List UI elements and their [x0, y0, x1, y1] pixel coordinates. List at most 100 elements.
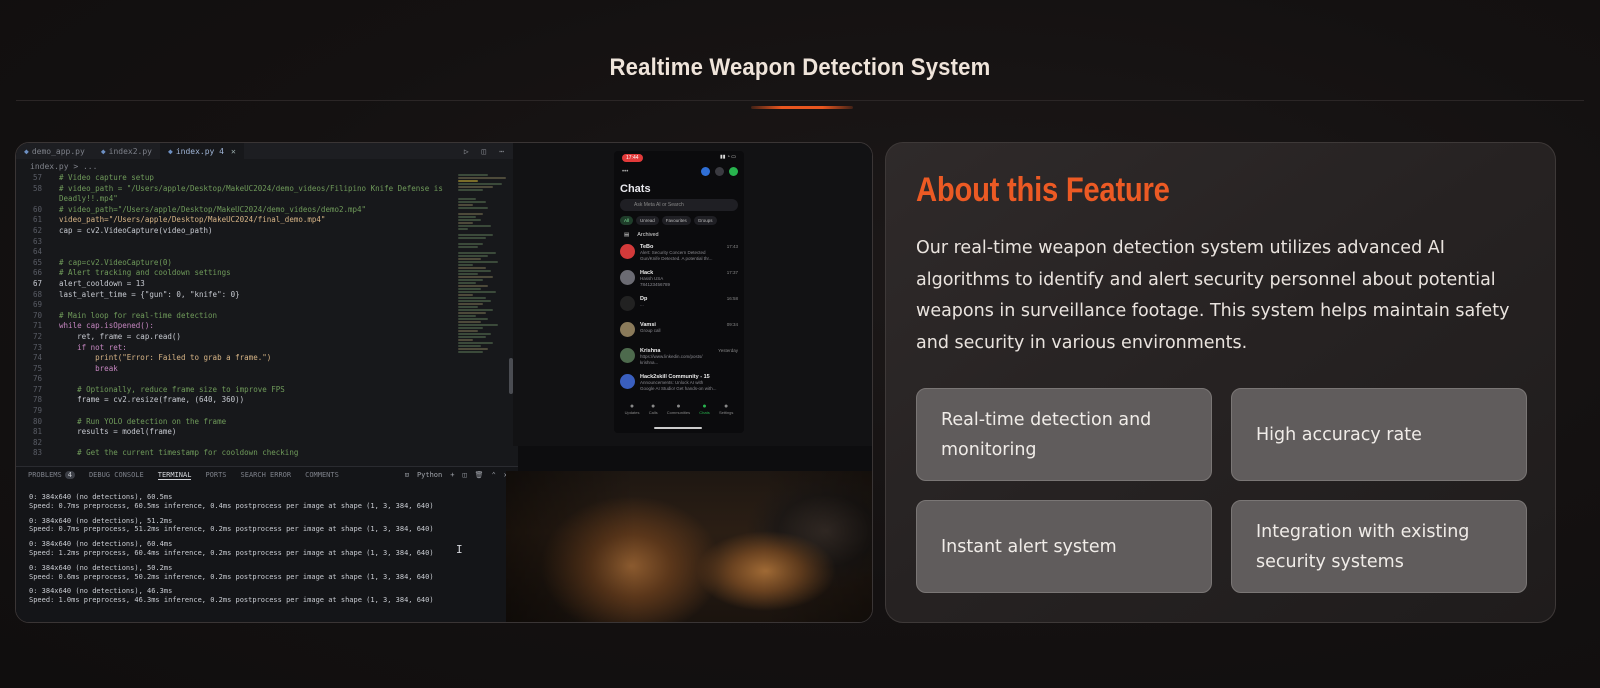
minimap-line	[458, 267, 486, 269]
signal-icons: ▮▮ ◔ ▭	[719, 154, 736, 160]
editor-tab-bar: ◆ demo_app.py ◆ index2.py ◆ index.py 4 ✕ ▷ ◫…	[16, 143, 518, 159]
minimap-line	[458, 207, 488, 209]
feature-instant-alert: Instant alert system	[916, 500, 1212, 593]
avatar	[620, 374, 635, 389]
minimap-line	[458, 237, 486, 239]
panel-tab-problems[interactable]: PROBLEMS 4	[28, 471, 75, 479]
phone-nav-settings: ● Settings	[718, 403, 734, 415]
code-line[interactable]: 61 video_path="/Users/apple/Desktop/Make…	[16, 215, 456, 226]
minimap-line	[458, 198, 476, 200]
code-editor: ◆ demo_app.py ◆ index2.py ◆ index.py 4 ✕ ▷ ◫…	[16, 143, 518, 622]
chat-row: Dp... 16:58	[614, 293, 744, 319]
chevron-up-icon[interactable]: ⌃	[492, 471, 496, 479]
minimap-line	[458, 222, 473, 224]
minimap-line	[458, 300, 491, 302]
code-line[interactable]: 82	[16, 438, 456, 449]
line-number: 75	[32, 363, 42, 373]
code-line[interactable]: 62 cap = cv2.VideoCapture(video_path)	[16, 226, 456, 237]
terminal-icon[interactable]: ⊡	[405, 471, 409, 479]
code-line[interactable]: 78 frame = cv2.resize(frame, (640, 360))	[16, 395, 456, 406]
filter-chip: Unread	[636, 216, 659, 225]
code-line[interactable]: 58 # video_path = "/Users/apple/Desktop/…	[16, 184, 456, 195]
code-line[interactable]: 57 # Video capture setup	[16, 173, 456, 184]
code-line[interactable]: 73 if not ret:	[16, 343, 456, 354]
code-line[interactable]: 83 # Get the current timestamp for coold…	[16, 448, 456, 459]
code-text: print("Error: Failed to grab a frame.")	[50, 353, 272, 363]
phone-header: •••	[614, 163, 744, 183]
chat-preview: ...	[640, 302, 644, 307]
panel-tab-comments[interactable]: COMMENTS	[305, 471, 339, 479]
panel-tab-search-error[interactable]: SEARCH ERROR	[241, 471, 292, 479]
code-line[interactable]: 69	[16, 300, 456, 311]
code-text: while cap.isOpened():	[50, 321, 154, 331]
close-icon[interactable]: ✕	[231, 147, 236, 156]
code-text: # video_path = "/Users/apple/Desktop/Mak…	[50, 183, 443, 193]
split-icon[interactable]: ◫	[462, 471, 466, 479]
panel-tab-ports[interactable]: PORTS	[205, 471, 226, 479]
line-number: 80	[32, 416, 42, 426]
line-number: 67	[32, 278, 42, 288]
line-number: 58	[32, 183, 42, 193]
code-line[interactable]: 80 # Run YOLO detection on the frame	[16, 417, 456, 428]
bottom-panel: PROBLEMS 4 DEBUG CONSOLE TERMINAL PORTS SEARC…	[16, 466, 518, 622]
phone-nav-chats: ● Chats	[699, 403, 710, 415]
add-terminal-icon[interactable]: +	[450, 471, 454, 479]
minimap[interactable]	[458, 173, 508, 473]
code-line[interactable]: 72 ret, frame = cap.read()	[16, 332, 456, 343]
problems-count-badge: 4	[64, 471, 75, 479]
tab-index[interactable]: ◆ index.py 4 ✕	[160, 143, 244, 159]
code-line[interactable]: 67 alert_cooldown = 13	[16, 279, 456, 290]
minimap-line	[458, 261, 498, 263]
terminal-profile[interactable]: Python	[417, 471, 442, 479]
code-line[interactable]: 74 print("Error: Failed to grab a frame.…	[16, 353, 456, 364]
feature-integration: Integration with existing security syste…	[1231, 500, 1527, 593]
code-area[interactable]: 57 # Video capture setup 58 # video_path …	[16, 173, 456, 477]
minimap-line	[458, 174, 488, 176]
editor-actions[interactable]: ▷ ◫ ⋯	[464, 147, 518, 156]
terminal-output[interactable]: 0: 384x640 (no detections), 60.5ms Speed…	[16, 483, 518, 605]
python-file-icon: ◆	[168, 146, 173, 156]
panel-tab-terminal[interactable]: TERMINAL	[157, 471, 192, 480]
code-line[interactable]: 76	[16, 374, 456, 385]
filter-chip: All	[620, 216, 634, 225]
panel-tab-debug-console[interactable]: DEBUG CONSOLE	[89, 471, 144, 479]
code-line[interactable]: 70 # Main loop for real-time detection	[16, 311, 456, 322]
code-line[interactable]: 63	[16, 237, 456, 248]
tab-demo-app[interactable]: ◆ demo_app.py	[16, 143, 93, 159]
code-text: if not ret:	[50, 342, 127, 352]
line-number: 77	[32, 384, 42, 394]
code-line[interactable]: 64	[16, 247, 456, 258]
code-line[interactable]: 66 # Alert tracking and cooldown setting…	[16, 268, 456, 279]
code-line[interactable]: 71 while cap.isOpened():	[16, 321, 456, 332]
minimap-line	[458, 234, 493, 236]
archive-icon: ▤	[624, 232, 630, 238]
line-number: 74	[32, 353, 42, 363]
code-line[interactable]: 68 last_alert_time = {"gun": 0, "knife":…	[16, 290, 456, 301]
tab-index2[interactable]: ◆ index2.py	[93, 143, 160, 159]
panel-tools[interactable]: ⊡ Python + ◫ 🗑 ⌃ ✕	[405, 471, 518, 479]
code-line[interactable]: 79	[16, 406, 456, 417]
code-line[interactable]: 75 break	[16, 364, 456, 375]
code-line[interactable]: 60 # video_path="/Users/apple/Desktop/Ma…	[16, 205, 456, 216]
minimap-line	[458, 243, 483, 245]
code-line[interactable]: 65 # cap=cv2.VideoCapture(0)	[16, 258, 456, 269]
trash-icon[interactable]: 🗑	[475, 471, 484, 479]
minimap-line	[458, 252, 496, 254]
minimap-line	[458, 225, 491, 227]
minimap-line	[458, 183, 502, 185]
chat-filters: All Unread Favourites Groups	[614, 211, 744, 227]
code-text: ret, frame = cap.read()	[50, 331, 181, 341]
phone-mirror: 17:44 ▮▮ ◔ ▭ ••• Chats Ask Meta AI or Se…	[614, 151, 744, 433]
avatar	[620, 296, 635, 311]
code-text: video_path="/Users/apple/Desktop/MakeUC2…	[50, 215, 326, 225]
code-line[interactable]: Deadly!!.mp4"	[16, 194, 456, 205]
code-line[interactable]: 81 results = model(frame)	[16, 427, 456, 438]
demo-media-card[interactable]: ◆ demo_app.py ◆ index2.py ◆ index.py 4 ✕ ▷ ◫…	[15, 142, 873, 623]
code-text: # video_path="/Users/apple/Desktop/MakeU…	[50, 204, 367, 214]
python-file-icon: ◆	[100, 146, 106, 156]
code-line[interactable]: 77 # Optionally, reduce frame size to im…	[16, 385, 456, 396]
minimap-line	[458, 345, 481, 347]
phone-nav-updates: ● Updates	[624, 403, 640, 415]
minimap-line	[458, 204, 473, 206]
line-number: 70	[32, 310, 42, 320]
